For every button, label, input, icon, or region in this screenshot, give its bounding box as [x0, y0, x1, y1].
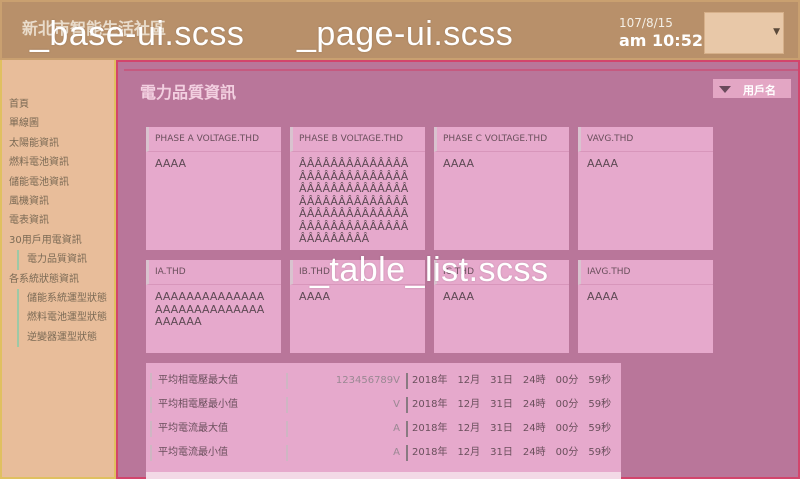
- time-display: am 10:52: [619, 31, 703, 50]
- card-value: AAAAAAAAAAAAAAAAAAAAAAAAAAAAAAAAAA: [155, 290, 265, 328]
- table-footer-bar: [146, 472, 621, 479]
- row-timestamp: 2018年 12月 31日 24時 00分 59秒: [406, 445, 611, 461]
- card-title: IAVG.THD: [578, 260, 713, 285]
- header-bar: 新北市智能生活社區 107/8/15 am 10:52 ▼: [0, 0, 800, 60]
- sidebar-item-meter[interactable]: 電表資訊: [9, 211, 107, 230]
- header-dropdown[interactable]: ▼: [704, 12, 784, 54]
- card-phase-c-thd: PHASE C VOLTAGE.THD AAAA: [434, 127, 569, 250]
- row-label: 平均電流最大值: [150, 421, 283, 437]
- sidebar-item-system-status[interactable]: 各系統狀態資訊: [9, 270, 107, 289]
- row-label: 平均電流最小值: [150, 445, 283, 461]
- row-value: V: [286, 397, 404, 413]
- date-display: 107/8/15: [619, 16, 673, 30]
- card-value: AAAA: [443, 157, 475, 170]
- card-ic-thd: IC.THD AAAA: [434, 260, 569, 353]
- sidebar-item-wind[interactable]: 風機資訊: [9, 192, 107, 211]
- card-title: PHASE A VOLTAGE.THD: [146, 127, 281, 152]
- row-value: A: [286, 445, 404, 461]
- row-value: A: [286, 421, 404, 437]
- sidebar-item-power-quality[interactable]: 電力品質資訊: [17, 250, 107, 270]
- row-timestamp: 2018年 12月 31日 24時 00分 59秒: [406, 421, 611, 437]
- card-ia-thd: IA.THD AAAAAAAAAAAAAAAAAAAAAAAAAAAAAAAAA…: [146, 260, 281, 353]
- sidebar: 首頁 單線圖 太陽能資訊 燃料電池資訊 儲能電池資訊 風機資訊 電表資訊 30用…: [0, 60, 116, 479]
- sidebar-item-storage-battery[interactable]: 儲能電池資訊: [9, 173, 107, 192]
- card-title: PHASE C VOLTAGE.THD: [434, 127, 569, 152]
- sidebar-item-solar[interactable]: 太陽能資訊: [9, 134, 107, 153]
- sidebar-item-home[interactable]: 首頁: [9, 95, 107, 114]
- row-timestamp: 2018年 12月 31日 24時 00分 59秒: [406, 397, 611, 413]
- card-value: AAAA: [299, 290, 331, 303]
- sidebar-item-user-power[interactable]: 30用戶用電資訊: [9, 231, 107, 250]
- row-timestamp: 2018年 12月 31日 24時 00分 59秒: [406, 373, 611, 389]
- card-iavg-thd: IAVG.THD AAAA: [578, 260, 713, 353]
- card-value: AAAA: [443, 290, 475, 303]
- card-phase-a-thd: PHASE A VOLTAGE.THD AAAA: [146, 127, 281, 250]
- card-title: IC.THD: [434, 260, 569, 285]
- table-row: 平均電流最大值 A 2018年 12月 31日 24時 00分 59秒: [146, 417, 621, 439]
- row-label: 平均相電壓最小值: [150, 397, 283, 413]
- dropdown-arrow-icon: [719, 86, 731, 93]
- card-ib-thd: IB.THD AAAA: [290, 260, 425, 353]
- card-title: IB.THD: [290, 260, 425, 285]
- table-row: 平均電流最小值 A 2018年 12月 31日 24時 00分 59秒: [146, 441, 621, 463]
- chevron-down-icon: ▼: [773, 27, 780, 37]
- sidebar-item-inverter-status[interactable]: 逆變器運型狀態: [17, 327, 107, 348]
- page-title: 電力品質資訊: [140, 83, 237, 102]
- sidebar-item-fuel-status[interactable]: 燃料電池運型狀態: [17, 308, 107, 328]
- user-select[interactable]: 用戶名: [713, 79, 791, 98]
- sidebar-item-single-line[interactable]: 單線圖: [9, 114, 107, 133]
- card-value: AAAA: [587, 290, 619, 303]
- card-title: PHASE B VOLTAGE.THD: [290, 127, 425, 152]
- card-value: ÂÂÂÂÂÂÂÂÂÂÂÂÂÂÂÂÂÂÂÂÂÂÂÂÂÂÂÂÂÂÂÂÂÂÂÂÂÂÂÂ…: [299, 157, 409, 245]
- row-value: 123456789V: [286, 373, 404, 389]
- table-row: 平均相電壓最小值 V 2018年 12月 31日 24時 00分 59秒: [146, 393, 621, 415]
- row-label: 平均相電壓最大值: [150, 373, 283, 389]
- site-title: 新北市智能生活社區: [22, 19, 167, 38]
- table-row: 平均相電壓最大值 123456789V 2018年 12月 31日 24時 00…: [146, 369, 621, 391]
- user-select-label: 用戶名: [743, 84, 776, 97]
- card-vavg-thd: VAVG.THD AAAA: [578, 127, 713, 250]
- sidebar-item-storage-status[interactable]: 儲能系統運型狀態: [17, 288, 107, 309]
- sidebar-item-fuel-cell[interactable]: 燃料電池資訊: [9, 153, 107, 172]
- stats-table: 平均相電壓最大值 123456789V 2018年 12月 31日 24時 00…: [146, 363, 621, 479]
- sidebar-nav: 首頁 單線圖 太陽能資訊 燃料電池資訊 儲能電池資訊 風機資訊 電表資訊 30用…: [9, 95, 107, 348]
- card-value: AAAA: [155, 157, 187, 170]
- card-title: IA.THD: [146, 260, 281, 285]
- card-title: VAVG.THD: [578, 127, 713, 152]
- card-phase-b-thd: PHASE B VOLTAGE.THD ÂÂÂÂÂÂÂÂÂÂÂÂÂÂÂÂÂÂÂÂ…: [290, 127, 425, 250]
- card-value: AAAA: [587, 157, 619, 170]
